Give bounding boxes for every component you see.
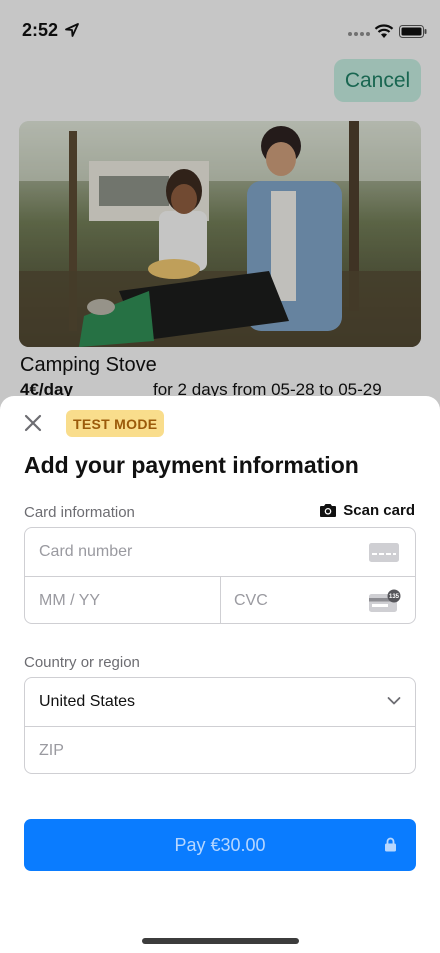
scan-card-button[interactable]: Scan card [319,502,415,519]
country-value: United States [39,693,136,710]
zip-field[interactable]: ZIP [25,726,415,773]
expiry-cvc-row: MM / YY CVC 135 [25,576,415,623]
country-label: Country or region [24,654,140,671]
home-indicator[interactable] [142,938,299,944]
card-info-label: Card information [24,504,135,521]
cvc-icon-text: 135 [389,594,400,600]
chevron-down-icon [387,697,401,705]
card-number-field[interactable]: Card number [25,528,415,576]
country-select[interactable]: United States [25,678,415,726]
zip-placeholder: ZIP [39,742,64,759]
pay-button-label: Pay €30.00 [174,834,266,855]
lock-icon [385,837,396,852]
credit-card-icon [369,543,399,562]
scan-card-label: Scan card [343,502,415,519]
close-icon[interactable] [22,412,44,434]
expiry-placeholder[interactable]: MM / YY [39,592,100,610]
cvc-card-icon: 135 [369,589,401,612]
country-fields: United States ZIP [24,677,416,774]
sheet-title: Add your payment information [24,452,359,478]
payment-sheet: TEST MODE Add your payment information C… [0,396,440,953]
camera-icon [320,504,337,517]
cvc-placeholder[interactable]: CVC [234,592,268,610]
pay-button[interactable]: Pay €30.00 [24,819,416,871]
card-number-placeholder: Card number [39,543,133,560]
card-fields: Card number MM / YY CVC 135 [24,527,416,624]
test-mode-badge: TEST MODE [66,410,165,437]
